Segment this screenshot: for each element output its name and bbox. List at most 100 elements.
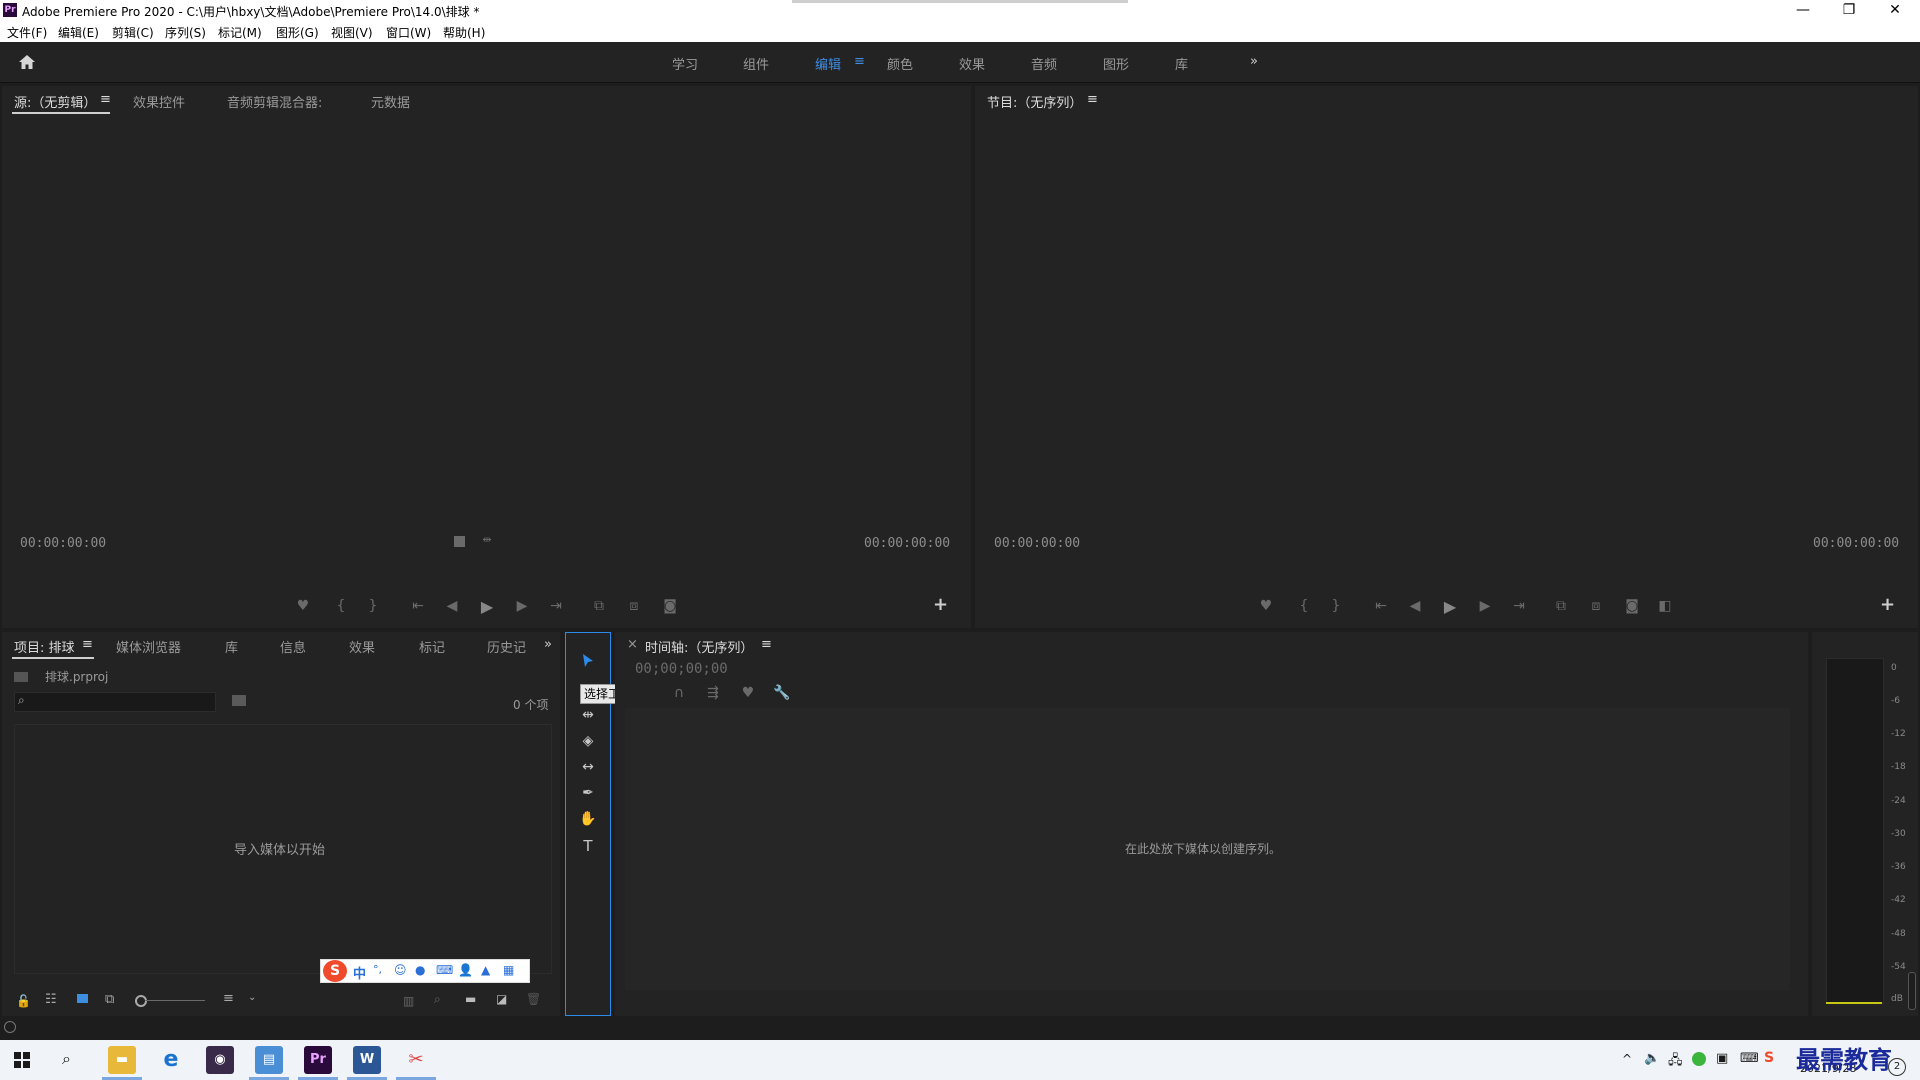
menu-help[interactable]: 帮助(H) bbox=[443, 24, 485, 41]
word-icon[interactable]: W bbox=[353, 1046, 381, 1074]
lock-icon[interactable]: 🔓 bbox=[16, 994, 31, 1008]
add-marker-icon[interactable]: ♥ bbox=[739, 685, 757, 701]
step-forward-icon[interactable]: ▶ bbox=[513, 598, 531, 614]
menu-graphics[interactable]: 图形(G) bbox=[276, 24, 319, 41]
lift-icon[interactable]: ⧉ bbox=[1552, 598, 1570, 614]
ripple-edit-tool-icon[interactable]: ⇹ bbox=[579, 707, 597, 723]
list-view-icon[interactable]: ☷ bbox=[45, 992, 57, 1007]
mark-in-icon[interactable]: { bbox=[1295, 598, 1313, 614]
menu-window[interactable]: 窗口(W) bbox=[386, 24, 431, 41]
workspace-menu-icon[interactable]: ≡ bbox=[854, 54, 865, 69]
project-panel-menu-icon[interactable]: ≡ bbox=[82, 637, 93, 652]
home-icon[interactable] bbox=[18, 54, 36, 70]
source-panel-menu-icon[interactable]: ≡ bbox=[100, 92, 111, 107]
automate-to-sequence-icon[interactable]: ▥ bbox=[403, 994, 414, 1008]
source-timecode-left[interactable]: 00:00:00:00 bbox=[20, 536, 106, 551]
workspace-tab-color[interactable]: 颜色 bbox=[887, 54, 913, 73]
selection-tool-icon[interactable] bbox=[581, 653, 595, 669]
minimize-button[interactable]: — bbox=[1780, 0, 1826, 22]
tab-metadata[interactable]: 元数据 bbox=[371, 92, 410, 111]
workspace-tab-learn[interactable]: 学习 bbox=[672, 54, 698, 73]
pen-tool-icon[interactable]: ✒ bbox=[579, 785, 597, 801]
project-search-input[interactable] bbox=[14, 692, 216, 712]
keyboard-icon[interactable]: ⌨ bbox=[436, 963, 453, 977]
workspace-tab-editing[interactable]: 编辑 bbox=[815, 54, 841, 73]
insert-icon[interactable]: ⧉ bbox=[590, 598, 608, 614]
extract-icon[interactable]: ⧈ bbox=[1587, 598, 1605, 614]
tab-effects[interactable]: 效果 bbox=[349, 637, 375, 656]
snipping-tool-icon[interactable]: ✂ bbox=[402, 1046, 430, 1074]
zoom-slider-handle[interactable] bbox=[135, 995, 147, 1007]
trash-icon[interactable]: 🗑 bbox=[526, 992, 541, 1006]
network-icon[interactable]: 🖧 bbox=[1668, 1051, 1683, 1073]
timeline-timecode[interactable]: 00;00;00;00 bbox=[635, 661, 728, 677]
volume-icon[interactable]: 🔈 bbox=[1644, 1051, 1660, 1066]
project-overflow-button[interactable]: » bbox=[544, 637, 552, 652]
tab-audio-clip-mixer[interactable]: 音频剪辑混合器: bbox=[227, 92, 322, 111]
workspace-tab-effects[interactable]: 效果 bbox=[959, 54, 985, 73]
export-frame-icon[interactable]: ◙ bbox=[1623, 598, 1641, 614]
workspace-tab-libraries[interactable]: 库 bbox=[1175, 54, 1188, 73]
source-add-button[interactable]: + bbox=[933, 594, 948, 615]
ime-language-toggle[interactable]: 中 bbox=[353, 963, 366, 982]
razor-tool-icon[interactable]: ◈ bbox=[579, 733, 597, 749]
tab-info[interactable]: 信息 bbox=[280, 637, 306, 656]
wrench-icon[interactable]: 🔧 bbox=[773, 685, 791, 701]
menu-edit[interactable]: 编辑(E) bbox=[58, 24, 99, 41]
tab-program[interactable]: 节目:（无序列） bbox=[987, 92, 1082, 111]
menu-clip[interactable]: 剪辑(C) bbox=[112, 24, 154, 41]
tab-libraries[interactable]: 库 bbox=[225, 637, 238, 656]
tab-project[interactable]: 项目: 排球 bbox=[14, 637, 75, 656]
menu-marker[interactable]: 标记(M) bbox=[218, 24, 262, 41]
step-forward-icon[interactable]: ▶ bbox=[1476, 598, 1494, 614]
export-frame-icon[interactable]: ◙ bbox=[661, 598, 679, 614]
freeform-view-icon[interactable]: ⧉ bbox=[105, 992, 114, 1007]
drag-audio-only-icon[interactable]: ⇹ bbox=[478, 533, 496, 546]
meter-scrollbar[interactable] bbox=[1908, 972, 1916, 1010]
play-icon[interactable]: ▶ bbox=[478, 597, 496, 616]
skin-icon[interactable]: ▲ bbox=[481, 963, 490, 977]
toolbox-icon[interactable]: ▦ bbox=[503, 963, 514, 977]
tab-markers[interactable]: 标记 bbox=[419, 637, 445, 656]
find-icon[interactable]: ⌕ bbox=[434, 992, 441, 1007]
input-method-icon[interactable]: ⌨ bbox=[1740, 1051, 1759, 1066]
workspace-tab-graphics[interactable]: 图形 bbox=[1103, 54, 1129, 73]
tab-history[interactable]: 历史记 bbox=[487, 637, 526, 656]
drag-video-only-icon[interactable] bbox=[454, 536, 465, 547]
sogou-tray-icon[interactable]: S bbox=[1764, 1050, 1774, 1066]
play-icon[interactable]: ▶ bbox=[1441, 597, 1459, 616]
ime-punctuation-toggle[interactable]: °, bbox=[373, 963, 382, 976]
search-icon[interactable]: ⌕ bbox=[62, 1049, 71, 1069]
restore-button[interactable]: ❐ bbox=[1826, 0, 1872, 22]
go-to-in-icon[interactable]: ⇤ bbox=[409, 598, 427, 614]
media-app-icon[interactable]: ◉ bbox=[206, 1046, 234, 1074]
program-panel-menu-icon[interactable]: ≡ bbox=[1087, 92, 1098, 107]
new-search-bin-icon[interactable] bbox=[232, 695, 246, 706]
mark-out-icon[interactable]: } bbox=[1327, 598, 1345, 614]
chevron-down-icon[interactable]: ⌄ bbox=[248, 992, 256, 1003]
new-item-icon[interactable]: ◪ bbox=[496, 992, 507, 1006]
snap-icon[interactable]: ⇶ bbox=[704, 685, 722, 701]
file-explorer-icon[interactable]: ▬ bbox=[108, 1046, 136, 1074]
linked-selection-icon[interactable]: ∩ bbox=[670, 685, 688, 701]
sort-icon[interactable]: ≡ bbox=[223, 991, 234, 1006]
program-add-button[interactable]: + bbox=[1880, 594, 1895, 615]
go-to-in-icon[interactable]: ⇤ bbox=[1372, 598, 1390, 614]
slip-tool-icon[interactable]: ↔ bbox=[579, 759, 597, 775]
step-back-icon[interactable]: ◀ bbox=[1406, 598, 1424, 614]
overwrite-icon[interactable]: ⧈ bbox=[625, 598, 643, 614]
emoji-icon[interactable]: ☺ bbox=[394, 963, 407, 977]
control-panel-icon[interactable]: ▤ bbox=[255, 1046, 283, 1074]
go-to-out-icon[interactable]: ⇥ bbox=[1510, 598, 1528, 614]
premiere-taskbar-icon[interactable]: Pr bbox=[304, 1046, 332, 1074]
edge-browser-icon[interactable]: e bbox=[157, 1046, 185, 1074]
windows-start-icon[interactable] bbox=[14, 1052, 30, 1068]
user-icon[interactable]: 👤 bbox=[458, 963, 473, 977]
type-tool-icon[interactable]: T bbox=[579, 837, 597, 855]
menu-sequence[interactable]: 序列(S) bbox=[165, 24, 206, 41]
sogou-logo-icon[interactable]: S bbox=[323, 960, 347, 982]
new-bin-icon[interactable]: ▬ bbox=[465, 992, 476, 1006]
workspace-tab-assembly[interactable]: 组件 bbox=[743, 54, 769, 73]
program-timecode-left[interactable]: 00:00:00:00 bbox=[994, 536, 1080, 551]
microphone-icon[interactable]: ● bbox=[415, 963, 425, 977]
